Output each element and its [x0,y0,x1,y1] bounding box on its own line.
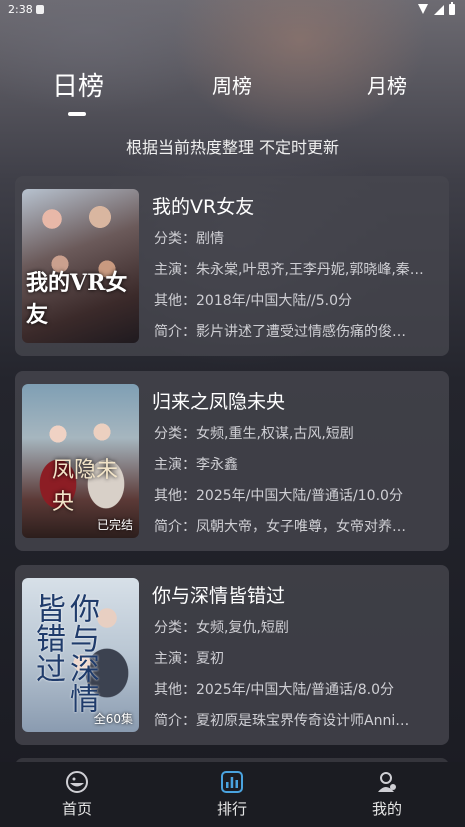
status-bar: 2:38 [0,0,465,20]
poster-image: 你与深情皆错过 全60集 [22,578,139,732]
episode-badge: 全60集 [93,712,133,726]
poster-title-art: 我的VR女友 [26,270,128,328]
tab-daily[interactable]: 日榜 [52,66,104,103]
item-title: 你与深情皆错过 [152,585,286,607]
tab-indicator [68,112,86,116]
status-time: 2:38 [8,3,33,16]
poster-title-art: 凤隐未央 [52,458,119,515]
item-category: 分类：女频,复仇,短剧 [154,620,289,636]
wifi-icon [418,4,429,15]
item-cast: 主演：李永鑫 [154,457,238,473]
poster-image: 凤隐未央 已完结 [22,384,139,538]
item-category: 分类：剧情 [154,231,224,247]
item-other: 其他：2025年/中国大陆/普通话/8.0分 [154,682,395,698]
poster-image: 我的VR女友 [22,189,139,343]
item-intro: 简介：夏初原是珠宝界传奇设计师Anni… [154,713,410,729]
item-intro: 简介：影片讲述了遭受过情感伤痛的俊… [154,324,406,340]
item-cast: 主演：朱永棠,叶思齐,王李丹妮,郭晓峰,秦… [154,262,424,278]
item-cast: 主演：夏初 [154,651,224,667]
ranking-subtitle: 根据当前热度整理 不定时更新 [125,138,340,157]
episode-badge: 已完结 [96,518,133,532]
nav-ranking[interactable]: 排行 [192,770,272,819]
item-title: 我的VR女友 [152,196,255,218]
ranking-item[interactable]: 凤隐未央 已完结 归来之凤隐未央 分类：女频,重生,权谋,古风,短剧 主演：李永… [15,371,449,551]
poster-title-art: 你与深情皆错过 [30,593,99,713]
notification-icon [36,5,44,14]
tab-weekly[interactable]: 周榜 [212,70,252,99]
bottom-nav: 首页 排行 我的 [0,762,465,827]
nav-home-label: 首页 [61,800,92,818]
tab-monthly[interactable]: 月榜 [367,70,407,99]
ranking-icon [221,771,243,793]
ranking-item[interactable]: 你与深情皆错过 全60集 你与深情皆错过 分类：女频,复仇,短剧 主演：夏初 其… [15,565,449,745]
item-other: 其他：2025年/中国大陆/普通话/10.0分 [154,488,403,504]
nav-home[interactable]: 首页 [37,770,117,819]
item-category: 分类：女频,重生,权谋,古风,短剧 [154,426,354,442]
item-title: 归来之凤隐未央 [152,391,286,413]
nav-profile[interactable]: 我的 [347,770,427,819]
home-icon [66,771,88,793]
profile-icon [378,772,396,792]
status-icons [418,2,455,15]
item-other: 其他：2018年/中国大陆//5.0分 [154,293,353,309]
nav-ranking-label: 排行 [216,800,247,818]
item-intro: 简介：凤朝大帝，女子唯尊，女帝对养… [154,519,406,535]
signal-icon [434,4,444,15]
nav-profile-label: 我的 [371,800,402,818]
ranking-item[interactable]: 我的VR女友 我的VR女友 分类：剧情 主演：朱永棠,叶思齐,王李丹妮,郭晓峰,… [15,176,449,356]
battery-icon [449,2,455,15]
